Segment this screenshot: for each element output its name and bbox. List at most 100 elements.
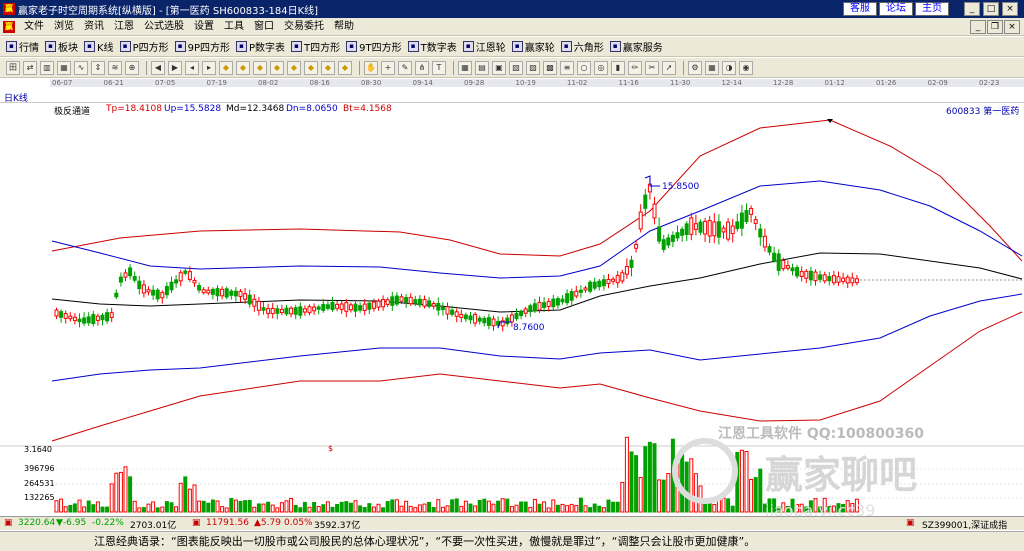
menu-file[interactable]: 文件 (19, 18, 49, 36)
pen-icon[interactable]: ✏ (628, 60, 642, 75)
volume-bar-up (160, 506, 165, 513)
kline-chart[interactable]: 15.85008.7600 3.1640 $396796264531132265 … (0, 116, 1024, 520)
close-icon[interactable]: × (1002, 2, 1018, 16)
low-value-label: 8.7600 (513, 323, 545, 333)
cross-icon[interactable]: + (381, 60, 395, 75)
color-icon[interactable]: ◑ (722, 60, 736, 75)
diamond-icon[interactable]: ◆ (219, 60, 233, 75)
toolbar-9p-square-button[interactable]: ▪ 9P四方形 (174, 39, 230, 54)
diamond3-icon[interactable]: ◆ (253, 60, 267, 75)
volume-bar-up (284, 500, 289, 513)
next-icon[interactable]: ▶ (168, 60, 182, 75)
menu-logo-icon: 赢 (3, 20, 15, 33)
right-icon[interactable]: ▸ (202, 60, 216, 75)
chart-type-icon[interactable]: 田 (6, 60, 20, 75)
volume-bar-up (197, 500, 202, 513)
fork-icon[interactable]: ⋔ (415, 60, 429, 75)
volume-bar-down (592, 503, 597, 513)
bar-icon[interactable]: ▥ (40, 60, 54, 75)
indicator-icon[interactable]: ≋ (108, 60, 122, 75)
left-icon[interactable]: ◂ (185, 60, 199, 75)
grid2-icon[interactable]: ▦ (458, 60, 472, 75)
toolbar-t-table-button[interactable]: ▪ T数字表 (407, 39, 457, 54)
line-icon[interactable]: ∿ (74, 60, 88, 75)
settings-icon[interactable]: ⚙ (688, 60, 702, 75)
volume-bar-down (588, 507, 593, 513)
window-icon[interactable]: ▣ (492, 60, 506, 75)
date-label: 11-02 (567, 79, 588, 87)
prev-icon[interactable]: ◀ (151, 60, 165, 75)
cycle-icon[interactable]: ○ (577, 60, 591, 75)
candle-down (417, 298, 422, 306)
toolbar-t-square-button[interactable]: ▪ T四方形 (291, 39, 340, 54)
mdi-restore-icon[interactable]: ❐ (987, 20, 1003, 34)
volume-bar-down (302, 501, 307, 513)
toolbar-grid-button[interactable]: ▪ 行情 (6, 39, 39, 54)
toolbar-hexagon-button[interactable]: ▪ 六角形 (560, 39, 604, 54)
volume-bar-up (514, 504, 519, 513)
hand-icon[interactable]: ✋ (364, 60, 378, 75)
toolbar-gann-wheel-button[interactable]: ▪ 江恩轮 (462, 39, 506, 54)
candle-down (767, 246, 772, 253)
cycle2-icon[interactable]: ◎ (594, 60, 608, 75)
volume-bar-up (123, 466, 128, 513)
table-icon[interactable]: ▦ (705, 60, 719, 75)
candle-up (399, 296, 404, 302)
diamond8-icon[interactable]: ◆ (338, 60, 352, 75)
candle-down (698, 221, 703, 233)
volume-bar-up (486, 500, 491, 513)
print-icon[interactable]: ▨ (526, 60, 540, 75)
candle-up (574, 290, 579, 297)
updown-icon[interactable]: ⇕ (91, 60, 105, 75)
toolbar-p-table-button[interactable]: ▪ P数字表 (236, 39, 285, 54)
candle-up (491, 318, 496, 327)
toolbar-service-button[interactable]: ▪ 赢家服务 (609, 39, 663, 54)
sync-icon[interactable]: ⇄ (23, 60, 37, 75)
toolbar-9t-square-button[interactable]: ▪ 9T四方形 (346, 39, 402, 54)
grid-icon: ▪ (6, 41, 17, 52)
menu-info[interactable]: 资讯 (79, 18, 109, 36)
diamond4-icon[interactable]: ◆ (270, 60, 284, 75)
bars-icon[interactable]: ≡ (560, 60, 574, 75)
toolbar-winner-wheel-button[interactable]: ▪ 赢家轮 (511, 39, 555, 54)
diamond2-icon[interactable]: ◆ (236, 60, 250, 75)
menu-tools[interactable]: 工具 (219, 18, 249, 36)
text-icon[interactable]: T (432, 60, 446, 75)
mdi-minimize-icon[interactable]: _ (970, 20, 986, 34)
layout-icon[interactable]: ▤ (475, 60, 489, 75)
pin-icon[interactable]: ◉ (739, 60, 753, 75)
dollar-marker: $ (328, 444, 333, 453)
toolbar-block-button[interactable]: ▪ 板块 (45, 39, 78, 54)
menu-formula[interactable]: 公式选股 (139, 18, 189, 36)
diamond5-icon[interactable]: ◆ (287, 60, 301, 75)
menu-settings[interactable]: 设置 (189, 18, 219, 36)
kline-chart-area[interactable]: 15.8500 8.7600 3.1640 $396796 264531 132265 … (0, 116, 1024, 520)
forum-link[interactable]: 论坛 (879, 2, 913, 16)
toolbar-p-square-button[interactable]: ▪ P四方形 (119, 39, 169, 54)
candle-up (583, 287, 588, 291)
car-icon[interactable]: ▩ (543, 60, 557, 75)
save-icon[interactable]: ▧ (509, 60, 523, 75)
toolbar-separator (359, 60, 360, 75)
menu-gann[interactable]: 江恩 (109, 18, 139, 36)
draw-icon[interactable]: ✎ (398, 60, 412, 75)
menu-window[interactable]: 窗口 (249, 18, 279, 36)
support-link[interactable]: 客服 (843, 2, 877, 16)
diamond6-icon[interactable]: ◆ (304, 60, 318, 75)
diamond7-icon[interactable]: ◆ (321, 60, 335, 75)
menu-trade[interactable]: 交易委托 (279, 18, 329, 36)
arrow2-icon[interactable]: ➚ (662, 60, 676, 75)
home-link[interactable]: 主页 (915, 2, 949, 16)
maximize-icon[interactable]: □ (983, 2, 999, 16)
chart-icon[interactable]: ▦ (57, 60, 71, 75)
menu-browse[interactable]: 浏览 (49, 18, 79, 36)
menu-help[interactable]: 帮助 (329, 18, 359, 36)
candle-down (716, 221, 721, 238)
zoom-icon[interactable]: ⊕ (125, 60, 139, 75)
toolbar-candle-button[interactable]: ▪ K线 (84, 39, 114, 54)
cut-icon[interactable]: ✂ (645, 60, 659, 75)
vol-icon[interactable]: ▮ (611, 60, 625, 75)
minimize-icon[interactable]: _ (964, 2, 980, 16)
volume-bar-down (468, 503, 473, 513)
mdi-close-icon[interactable]: × (1004, 20, 1020, 34)
